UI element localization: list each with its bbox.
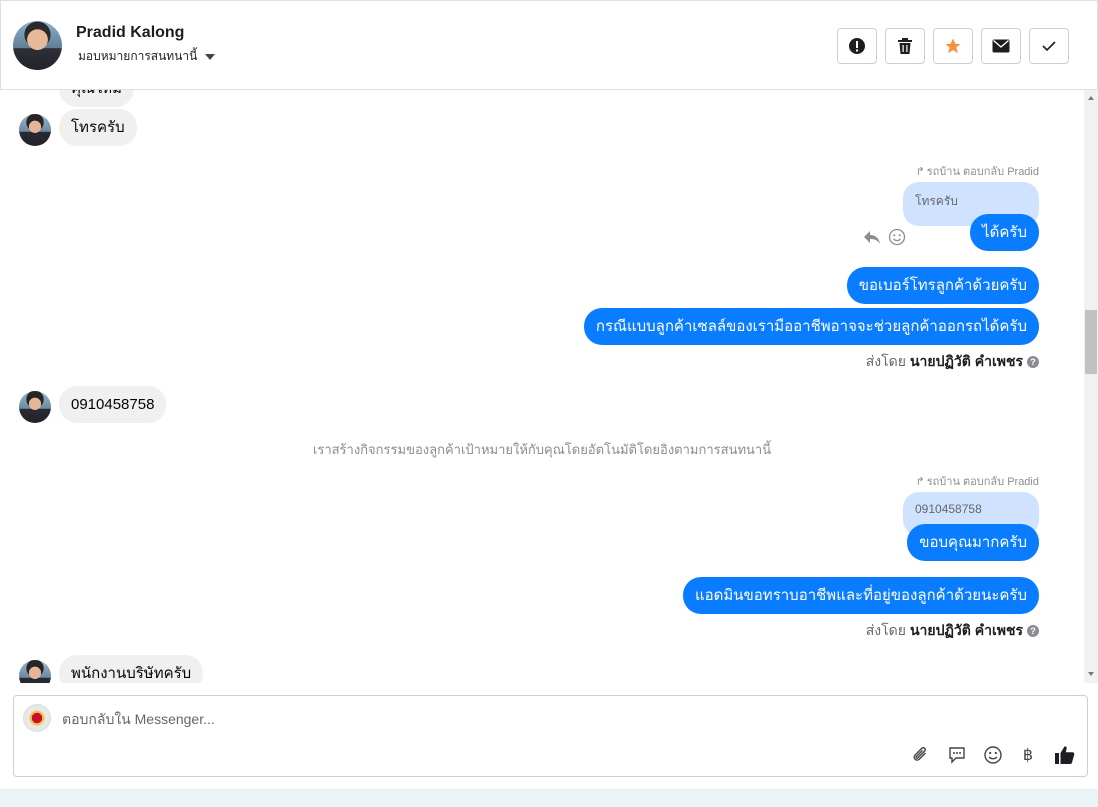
page-footer-strip bbox=[0, 789, 1098, 807]
contact-name[interactable]: Pradid Kalong bbox=[76, 24, 184, 42]
outgoing-message: ได้ครับ bbox=[970, 214, 1039, 251]
star-button[interactable] bbox=[933, 28, 973, 64]
caret-down-icon bbox=[205, 53, 216, 60]
emoji-react-icon[interactable] bbox=[888, 228, 906, 246]
page-avatar bbox=[23, 704, 51, 732]
incoming-message: พนักงานบริษัทครับ bbox=[59, 655, 204, 683]
check-icon bbox=[1042, 41, 1056, 52]
help-icon[interactable]: ? bbox=[1027, 625, 1039, 637]
baht-icon: ฿ bbox=[1022, 747, 1034, 764]
attach-button[interactable] bbox=[910, 744, 932, 766]
sender-avatar bbox=[19, 114, 51, 146]
conversation-header: Pradid Kalong มอบหมายการสนทนานี้ bbox=[0, 0, 1098, 90]
emoji-button[interactable] bbox=[982, 744, 1004, 766]
delete-button[interactable] bbox=[885, 28, 925, 64]
outgoing-message: แอดมินขอทราบอาชีพและที่อยู่ของลูกค้าด้วย… bbox=[682, 577, 1039, 614]
scroll-down-arrow[interactable] bbox=[1088, 672, 1094, 676]
outgoing-message: ขอเบอร์โทรลูกค้าด้วยครับ bbox=[846, 267, 1039, 304]
reply-note: ↱ รถบ้าน ตอบกลับ Pradid bbox=[915, 475, 1040, 489]
scroll-up-arrow[interactable] bbox=[1088, 96, 1094, 100]
trash-icon bbox=[898, 38, 912, 54]
outgoing-message: ขอบคุณมากครับ bbox=[907, 524, 1039, 561]
scrollbar-thumb[interactable] bbox=[1085, 310, 1097, 374]
scrollbar[interactable] bbox=[1084, 90, 1098, 683]
assign-label: มอบหมายการสนทนานี้ bbox=[78, 49, 198, 63]
chat-bubble-icon bbox=[949, 747, 965, 764]
system-note: เราสร้างกิจกรรมของลูกค้าเป้าหมายให้กับคุ… bbox=[312, 442, 772, 457]
done-button[interactable] bbox=[1029, 28, 1069, 64]
reply-arrow-icon: ↱ bbox=[915, 475, 925, 488]
incoming-message: 0910458758 bbox=[59, 386, 167, 423]
sender-avatar bbox=[19, 391, 51, 423]
emoji-icon bbox=[984, 746, 1002, 764]
reply-icon[interactable] bbox=[862, 228, 882, 246]
outgoing-message: กรณีแบบลูกค้าเซลล์ของเรามืออาชีพอาจจะช่ว… bbox=[583, 308, 1039, 345]
contact-avatar[interactable] bbox=[13, 21, 62, 70]
like-button[interactable] bbox=[1054, 744, 1076, 766]
composer: ฿ bbox=[13, 695, 1088, 777]
message-thread[interactable]: คุณใหม่ โทรครับ ↱ รถบ้าน ตอบกลับ Pradid … bbox=[0, 90, 1084, 683]
help-icon[interactable]: ? bbox=[1027, 356, 1039, 368]
thumbs-up-icon bbox=[1055, 746, 1075, 764]
envelope-icon bbox=[992, 39, 1010, 53]
sent-by: ส่งโดย นายปฏิวัติ คำเพชร ? bbox=[866, 351, 1039, 373]
spam-button[interactable] bbox=[837, 28, 877, 64]
reply-input[interactable] bbox=[62, 708, 962, 730]
mark-unread-button[interactable] bbox=[981, 28, 1021, 64]
star-icon bbox=[945, 38, 961, 54]
payment-button[interactable]: ฿ bbox=[1017, 744, 1039, 766]
paperclip-icon bbox=[913, 747, 926, 761]
incoming-message: โทรครับ bbox=[59, 109, 137, 146]
assign-conversation-dropdown[interactable]: มอบหมายการสนทนานี้ bbox=[78, 47, 216, 66]
incoming-message: คุณใหม่ bbox=[59, 90, 135, 107]
reply-arrow-icon: ↱ bbox=[915, 165, 925, 178]
message-actions bbox=[862, 228, 906, 246]
sent-by: ส่งโดย นายปฏิวัติ คำเพชร ? bbox=[866, 620, 1039, 642]
saved-replies-button[interactable] bbox=[946, 744, 968, 766]
sender-avatar bbox=[19, 660, 51, 683]
reply-note: ↱ รถบ้าน ตอบกลับ Pradid bbox=[915, 165, 1040, 179]
exclamation-icon bbox=[849, 38, 865, 54]
